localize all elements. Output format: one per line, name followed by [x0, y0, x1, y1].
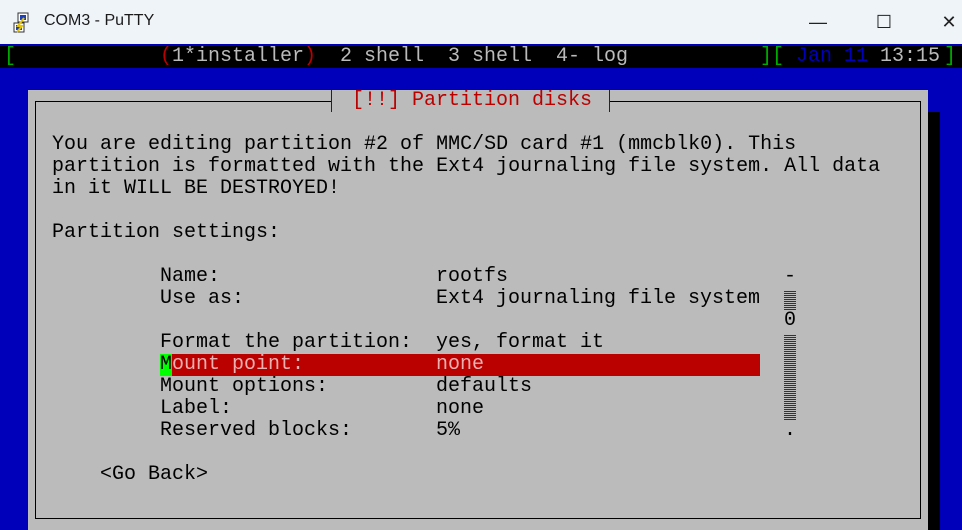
- setting-label: ount point:: [172, 353, 305, 376]
- section-label: Partition settings:: [52, 221, 281, 244]
- dialog-shadow: [928, 112, 940, 530]
- status-window-3[interactable]: 3 shell: [448, 46, 532, 68]
- setting-value: Ext4 journaling file system: [436, 287, 761, 310]
- status-active-window[interactable]: 1*installer: [172, 46, 304, 68]
- close-button[interactable]: ✕: [926, 6, 962, 38]
- scrollbar-track[interactable]: [784, 334, 796, 420]
- title-right-tick: [609, 90, 610, 112]
- setting-label-first-char: M: [160, 353, 173, 376]
- setting-label: Mount options:: [160, 375, 329, 398]
- setting-value: 5%: [436, 419, 461, 442]
- setting-label: Format the partition:: [160, 331, 413, 354]
- setting-value: yes, format it: [436, 331, 605, 354]
- setting-value: rootfs: [436, 265, 509, 288]
- status-paren-open: (: [160, 45, 173, 68]
- window-titlebar: COM3 - PuTTY — ☐ ✕: [0, 0, 962, 44]
- status-open-bracket: [: [4, 45, 17, 68]
- scrollbar-top-marker: -: [784, 265, 797, 288]
- status-paren-close: ): [304, 45, 317, 68]
- scrollbar-bottom-marker: .: [784, 419, 797, 442]
- setting-label: Reserved blocks:: [160, 419, 353, 442]
- status-date: Jan 11: [796, 45, 869, 68]
- window-title: COM3 - PuTTY: [44, 12, 155, 29]
- putty-app-icon: [13, 12, 29, 33]
- title-left-tick: [331, 90, 332, 112]
- setting-label: Name:: [160, 265, 221, 288]
- status-window-2[interactable]: 2 shell: [340, 46, 424, 68]
- scrollbar-thumb[interactable]: 0: [784, 310, 796, 332]
- setting-label: Label:: [160, 397, 233, 420]
- status-mid-brackets: ][: [760, 45, 785, 68]
- frame-top-right: [610, 101, 920, 102]
- dialog-title: [!!] Partition disks: [352, 89, 593, 112]
- go-back-button[interactable]: <Go Back>: [100, 464, 208, 486]
- terminal[interactable]: [ ( 1*installer ) 2 shell 3 shell 4- log…: [0, 44, 962, 530]
- message-line: You are editing partition #2 of MMC/SD c…: [52, 133, 797, 156]
- setting-value: none: [436, 353, 485, 376]
- setting-label: Use as:: [160, 287, 245, 310]
- setting-value: none: [436, 397, 485, 420]
- message-line: in it WILL BE DESTROYED!: [52, 177, 341, 200]
- message-line: partition is formatted with the Ext4 jou…: [52, 155, 881, 178]
- status-close-bracket: ]: [944, 45, 957, 68]
- setting-value: defaults: [436, 375, 533, 398]
- maximize-button[interactable]: ☐: [861, 6, 907, 38]
- status-window-4[interactable]: 4- log: [556, 46, 628, 68]
- frame-top-left: [35, 101, 331, 102]
- minimize-button[interactable]: —: [795, 6, 841, 38]
- scrollbar-track[interactable]: [784, 290, 796, 310]
- status-time: 13:15: [880, 45, 941, 68]
